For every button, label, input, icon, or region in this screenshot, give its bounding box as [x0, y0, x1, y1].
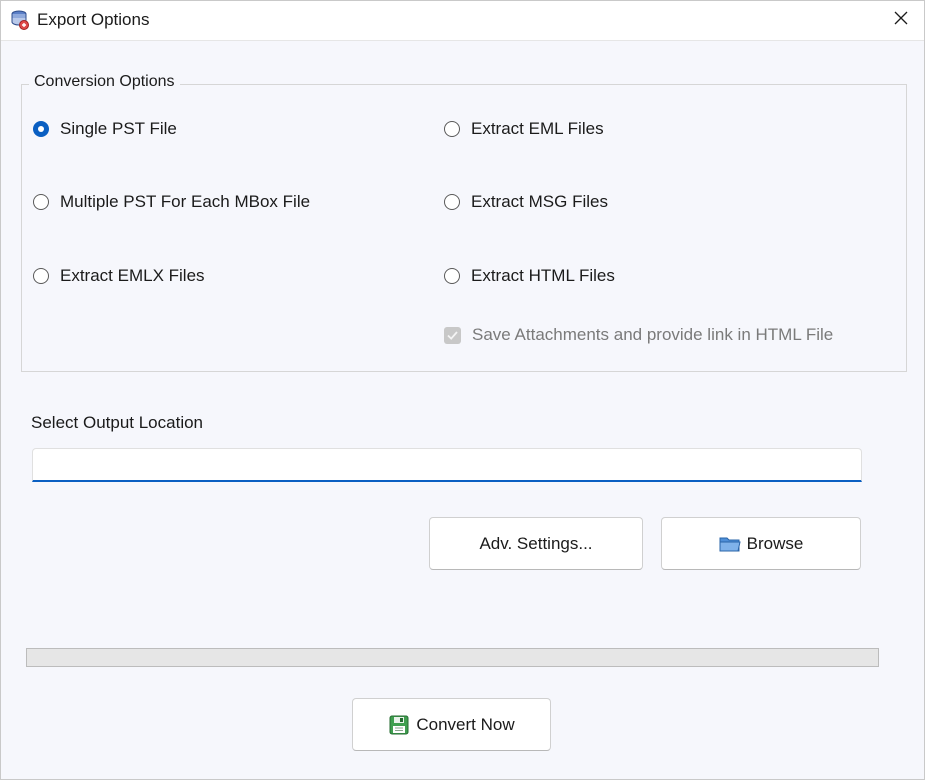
radio-extract-html[interactable]: Extract HTML Files	[444, 266, 615, 286]
adv-settings-button[interactable]: Adv. Settings...	[429, 517, 643, 570]
output-location-input[interactable]	[32, 448, 862, 482]
radio-label: Single PST File	[60, 119, 177, 138]
adv-settings-label: Adv. Settings...	[479, 533, 593, 553]
radio-label: Multiple PST For Each MBox File	[60, 192, 311, 211]
app-database-icon	[11, 10, 29, 30]
radio-indicator	[33, 268, 49, 284]
radio-label: Extract HTML Files	[471, 266, 615, 285]
title-bar: Export Options	[1, 1, 924, 41]
radio-label: Extract MSG Files	[471, 192, 608, 211]
radio-label: Extract EML Files	[471, 119, 604, 138]
browse-label: Browse	[746, 533, 804, 553]
save-attachments-label: Save Attachments and provide link in HTM…	[472, 325, 834, 344]
radio-indicator	[444, 121, 460, 137]
output-location-label: Select Output Location	[31, 413, 204, 432]
radio-extract-msg[interactable]: Extract MSG Files	[444, 192, 608, 212]
convert-now-button[interactable]: Convert Now	[352, 698, 551, 751]
progress-bar	[26, 648, 879, 667]
radio-label: Extract EMLX Files	[60, 266, 205, 285]
window-title: Export Options	[37, 10, 150, 29]
conversion-options-title: Conversion Options	[29, 73, 180, 91]
radio-multiple-pst[interactable]: Multiple PST For Each MBox File	[33, 192, 310, 212]
radio-extract-emlx[interactable]: Extract EMLX Files	[33, 266, 205, 286]
checkbox-indicator	[444, 326, 461, 344]
close-button[interactable]	[878, 1, 924, 40]
save-disk-icon	[388, 714, 410, 736]
radio-indicator	[33, 194, 49, 210]
save-attachments-checkbox[interactable]: Save Attachments and provide link in HTM…	[444, 325, 833, 345]
radio-extract-eml[interactable]: Extract EML Files	[444, 119, 604, 139]
radio-indicator	[33, 121, 49, 137]
convert-now-label: Convert Now	[416, 714, 515, 734]
browse-button[interactable]: Browse	[661, 517, 861, 570]
radio-indicator	[444, 268, 460, 284]
radio-single-pst[interactable]: Single PST File	[33, 119, 177, 139]
radio-indicator	[444, 194, 460, 210]
close-icon	[893, 10, 909, 31]
folder-icon	[719, 535, 741, 553]
export-options-window: Export Options Conversion Options Single…	[0, 0, 925, 780]
